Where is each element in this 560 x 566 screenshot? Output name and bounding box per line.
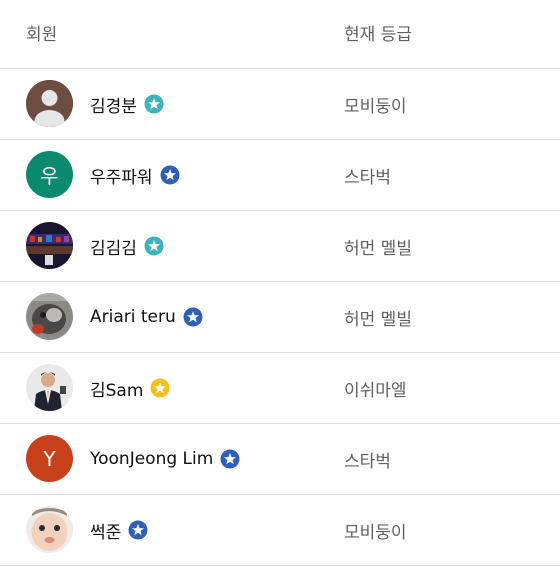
member-grade: 모비둥이 [344,96,407,117]
letter-avatar[interactable]: 우 [26,151,73,198]
member-grade: 허먼 멜빌 [344,309,412,330]
member-name[interactable]: 김Sam [90,376,143,401]
default-person-avatar[interactable] [26,80,73,127]
baby-photo-avatar[interactable] [26,506,73,553]
member-name[interactable]: 김김김 [90,234,137,259]
header-member: 회원 [26,25,58,45]
table-header: 회원 현재 등급 [0,0,560,69]
man-in-suit-avatar[interactable] [26,364,73,411]
member-name[interactable]: 우주파워 [90,163,153,188]
member-grade: 스타벅 [344,451,391,472]
member-grade: 허먼 멜빌 [344,238,412,259]
blue-star-badge-icon [183,307,203,327]
table-row: 김Sam 이쉬마엘 [0,353,560,424]
blue-star-badge-icon [128,520,148,540]
cat-photo-avatar[interactable] [26,293,73,340]
member-grade: 모비둥이 [344,522,407,543]
gold-star-badge-icon [150,378,170,398]
teal-star-badge-icon [144,94,164,114]
table-row: 우 우주파워 스타벅 [0,140,560,211]
member-name[interactable]: 김경분 [90,92,137,117]
teal-star-badge-icon [144,236,164,256]
member-grade: 이쉬마엘 [344,380,407,401]
table-row: 썩준 모비둥이 [0,495,560,566]
letter-avatar[interactable]: Y [26,435,73,482]
table-row: Ariari teru 허먼 멜빌 [0,282,560,353]
blue-star-badge-icon [160,165,180,185]
avatar-letter: 우 [40,164,59,188]
concert-photo-avatar[interactable] [26,222,73,269]
table-row: Y YoonJeong Lim 스타벅 [0,424,560,495]
member-grade: 스타벅 [344,167,391,188]
table-row: 김경분 모비둥이 [0,69,560,140]
avatar-letter: Y [43,446,56,471]
blue-star-badge-icon [220,449,240,469]
header-current-grade: 현재 등급 [344,25,412,45]
table-row: 김김김 허먼 멜빌 [0,211,560,282]
member-name[interactable]: Ariari teru [90,307,176,327]
member-name[interactable]: YoonJeong Lim [90,449,213,469]
member-name[interactable]: 썩준 [90,518,121,543]
members-table: 회원 현재 등급 김경분 모비둥이 우 우주파워 스타벅 김김김 허먼 멜빌 A… [0,0,560,566]
